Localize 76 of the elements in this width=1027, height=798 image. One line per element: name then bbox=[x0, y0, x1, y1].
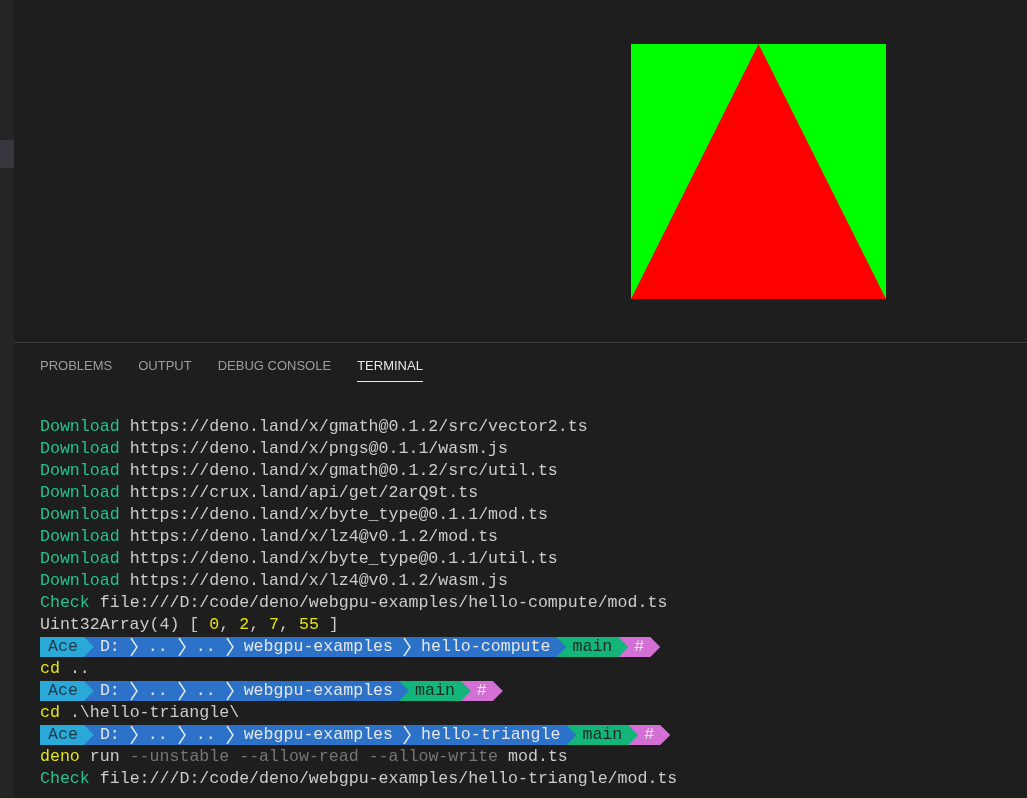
terminal-text: Download bbox=[40, 438, 120, 460]
terminal-text: 2 bbox=[239, 614, 250, 636]
terminal-text: Download bbox=[40, 416, 120, 438]
chevron-icon bbox=[402, 637, 412, 657]
terminal-text: 7 bbox=[269, 614, 280, 636]
path-part: .. bbox=[195, 680, 216, 702]
panel-tab[interactable]: DEBUG CONSOLE bbox=[217, 358, 332, 382]
terminal-text: file:///D:/code/deno/webgpu-examples/hello-compute/mod.ts bbox=[98, 592, 668, 614]
path-part: .. bbox=[195, 636, 216, 658]
user-name: Ace bbox=[48, 724, 78, 746]
terminal-text: , bbox=[279, 614, 290, 636]
scroll-thumb[interactable] bbox=[0, 140, 14, 168]
terminal-text: .. bbox=[68, 658, 90, 680]
user-name: Ace bbox=[48, 636, 78, 658]
status-text: # bbox=[644, 724, 655, 746]
path-part: hello-triangle bbox=[421, 724, 561, 746]
terminal-text: run bbox=[88, 746, 121, 768]
chevron-icon bbox=[224, 725, 235, 745]
terminal-text: https://deno.land/x/byte_type@0.1.1/mod.ts bbox=[128, 504, 548, 526]
path-part: D: bbox=[99, 680, 120, 702]
terminal-text: Download bbox=[40, 482, 120, 504]
terminal-text: https://deno.land/x/gmath@0.1.2/src/util.ts bbox=[128, 460, 558, 482]
path-part: webgpu-examples bbox=[243, 724, 393, 746]
chevron-icon bbox=[176, 637, 187, 657]
branch-name: main bbox=[582, 724, 623, 746]
chevron-icon bbox=[176, 681, 187, 701]
terminal-text: Uint32Array(4) [ bbox=[40, 614, 201, 636]
panel-tab[interactable]: TERMINAL bbox=[357, 358, 423, 382]
path-part: hello-compute bbox=[421, 636, 551, 658]
terminal-text: , bbox=[249, 614, 261, 636]
chevron-icon bbox=[224, 637, 235, 657]
terminal-text: Check bbox=[40, 768, 90, 790]
chevron-icon bbox=[128, 681, 139, 701]
status-text: # bbox=[634, 636, 645, 658]
path-part: .. bbox=[147, 680, 168, 702]
path-part: D: bbox=[99, 724, 120, 746]
panel-tab[interactable]: OUTPUT bbox=[138, 358, 192, 382]
terminal-text: https://deno.land/x/lz4@v0.1.2/wasm.js bbox=[128, 570, 509, 592]
terminal-text: Download bbox=[40, 526, 120, 548]
terminal-text: Download bbox=[40, 548, 120, 570]
chevron-icon bbox=[128, 725, 139, 745]
terminal-text: Check bbox=[40, 592, 90, 614]
path-part: D: bbox=[99, 636, 120, 658]
terminal-text: Download bbox=[40, 460, 120, 482]
branch-name: main bbox=[572, 636, 613, 658]
terminal-text: , bbox=[219, 614, 231, 636]
path-part: webgpu-examples bbox=[243, 680, 393, 702]
terminal-text: https://deno.land/x/lz4@v0.1.2/mod.ts bbox=[128, 526, 499, 548]
user-name: Ace bbox=[48, 680, 78, 702]
terminal-text: https://deno.land/x/byte_type@0.1.1/util.ts bbox=[128, 548, 558, 570]
chevron-icon bbox=[402, 725, 412, 745]
terminal-text: mod.ts bbox=[507, 746, 568, 768]
terminal-text: 0 bbox=[209, 614, 220, 636]
chevron-icon bbox=[128, 637, 139, 657]
terminal-text: Download bbox=[40, 504, 120, 526]
branch-name: main bbox=[415, 680, 455, 702]
path-part: .. bbox=[195, 724, 216, 746]
terminal-text: cd bbox=[40, 702, 60, 724]
terminal-text: https://crux.land/api/get/2arQ9t.ts bbox=[128, 482, 479, 504]
terminal-text: 55 bbox=[298, 614, 319, 636]
panel-tab[interactable]: PROBLEMS bbox=[40, 358, 113, 382]
path-part: webgpu-examples bbox=[243, 636, 393, 658]
status-text: # bbox=[476, 680, 487, 702]
chevron-icon bbox=[176, 725, 187, 745]
terminal-text: --unstable --allow-read --allow-write bbox=[129, 746, 499, 768]
terminal-text: Download bbox=[40, 570, 120, 592]
terminal-text: deno bbox=[40, 746, 80, 768]
terminal-text: https://deno.land/x/gmath@0.1.2/src/vector2.ts bbox=[128, 416, 588, 438]
path-part: .. bbox=[147, 724, 168, 746]
terminal-text: ] bbox=[327, 614, 339, 636]
terminal-text: .\hello-triangle\ bbox=[68, 702, 240, 724]
terminal-text: https://deno.land/x/pngs@0.1.1/wasm.js bbox=[128, 438, 509, 460]
terminal-text: cd bbox=[40, 658, 60, 680]
chevron-icon bbox=[224, 681, 235, 701]
terminal-text: file:///D:/code/deno/webgpu-examples/hello-triangle/mod.ts bbox=[98, 768, 678, 790]
path-part: .. bbox=[147, 636, 168, 658]
